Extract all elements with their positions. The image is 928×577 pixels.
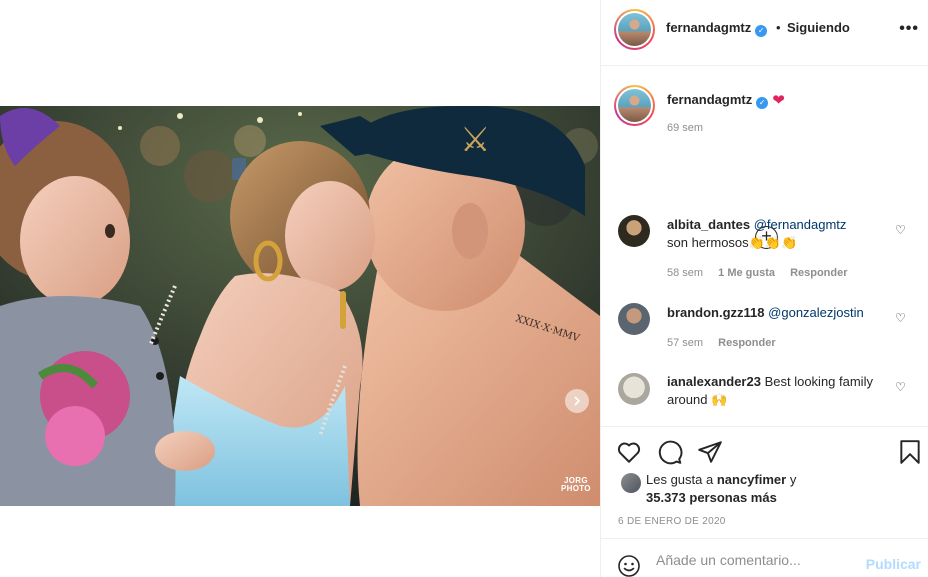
author-username[interactable]: fernandagmtz ✓ <box>666 20 768 37</box>
follow-status-button[interactable]: Siguiendo <box>787 20 850 35</box>
publish-comment-button[interactable]: Publicar <box>866 556 921 572</box>
reply-button[interactable]: Responder <box>718 337 775 349</box>
comment-mention-link[interactable]: @gonzalezjostin <box>768 305 864 320</box>
author-avatar[interactable] <box>614 9 655 50</box>
commenter-username[interactable]: brandon.gzz118 <box>667 305 765 320</box>
liker-avatar[interactable] <box>621 473 641 493</box>
comment-meta: 57 sem Responder <box>667 337 788 349</box>
add-comment-bar: Publicar <box>601 538 928 577</box>
svg-text:⚔: ⚔ <box>460 120 490 160</box>
post-photo-illustration: ⚔ XXIX·X·MMV <box>0 106 600 506</box>
save-bookmark-icon[interactable] <box>897 439 923 465</box>
verified-badge-icon: ✓ <box>756 97 769 109</box>
likes-others-count[interactable]: 35.373 personas más <box>646 490 777 505</box>
commenter-avatar[interactable] <box>618 215 650 247</box>
likes-conjunction: y <box>789 472 797 487</box>
likes-text: Les gusta a nancyfimer y 35.373 personas… <box>646 471 846 507</box>
media-area: ⚔ XXIX·X·MMV JORG PHOTO <box>0 0 600 577</box>
emoji-smiley-icon[interactable] <box>617 554 641 577</box>
header-separator: • <box>776 20 781 35</box>
heart-emoji-icon: ❤ <box>772 92 785 109</box>
comment-input[interactable] <box>656 552 856 568</box>
verified-badge-icon: ✓ <box>755 25 768 37</box>
comment-bubble-icon[interactable] <box>657 439 683 465</box>
caption-username-text[interactable]: fernandagmtz <box>667 92 752 107</box>
comment-meta: 58 sem 1 Me gusta Responder <box>667 267 860 279</box>
comment-timestamp[interactable]: 57 sem <box>667 337 703 349</box>
comment-text: ianalexander23 Best looking family aroun… <box>667 373 887 409</box>
post-actions-bar <box>601 426 928 465</box>
like-comment-heart-icon[interactable]: ♡ <box>895 223 906 237</box>
comment-text: brandon.gzz118 @gonzalezjostin <box>667 304 887 322</box>
caption-author-avatar[interactable] <box>614 85 655 126</box>
like-heart-icon[interactable] <box>616 439 642 465</box>
post-photo[interactable]: ⚔ XXIX·X·MMV <box>0 106 600 506</box>
share-send-icon[interactable] <box>697 439 723 465</box>
like-comment-heart-icon[interactable]: ♡ <box>895 311 906 325</box>
more-options-icon[interactable]: ••• <box>899 20 919 38</box>
author-username-text[interactable]: fernandagmtz <box>666 20 751 35</box>
post-header: fernandagmtz ✓ • Siguiendo ••• <box>601 0 928 66</box>
carousel-next-button[interactable] <box>565 389 589 413</box>
photo-watermark: JORG PHOTO <box>561 477 591 493</box>
comment-body: son hermosos👏👏👏 <box>667 235 798 250</box>
caption-author-username[interactable]: fernandagmtz ✓ ❤ <box>667 91 785 109</box>
comment-text: albita_dantes @fernandagmtz son hermosos… <box>667 216 887 252</box>
post-side-panel: fernandagmtz ✓ • Siguiendo ••• fernandagm… <box>600 0 928 577</box>
chevron-right-icon <box>574 396 581 406</box>
likes-prefix: Les gusta a <box>646 472 714 487</box>
comment-timestamp[interactable]: 58 sem <box>667 267 703 279</box>
commenter-avatar[interactable] <box>618 373 650 405</box>
commenter-username[interactable]: albita_dantes <box>667 217 750 232</box>
post-date[interactable]: 6 DE ENERO DE 2020 <box>618 516 726 527</box>
comment-mention-link[interactable]: @fernandagmtz <box>754 217 847 232</box>
comment-likes-count[interactable]: 1 Me gusta <box>718 267 775 279</box>
commenter-username[interactable]: ianalexander23 <box>667 374 761 389</box>
caption-timestamp[interactable]: 69 sem <box>667 122 703 134</box>
like-comment-heart-icon[interactable]: ♡ <box>895 380 906 394</box>
watermark-line2: PHOTO <box>561 484 591 493</box>
liker-username[interactable]: nancyfimer <box>717 472 786 487</box>
commenter-avatar[interactable] <box>618 303 650 335</box>
reply-button[interactable]: Responder <box>790 267 847 279</box>
